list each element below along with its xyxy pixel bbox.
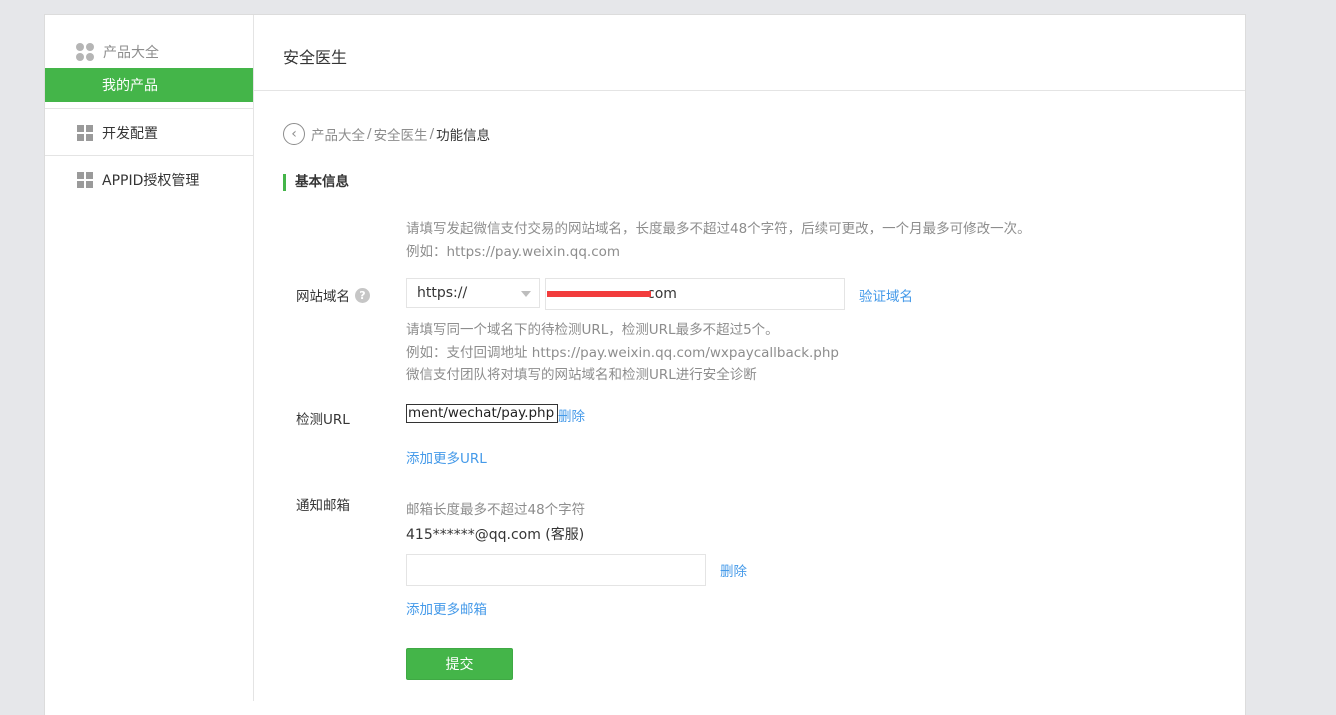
sidebar-group-label: 产品大全 <box>103 45 159 61</box>
domain-label: 网站域名 ? <box>296 285 370 305</box>
sidebar-item-dev-config[interactable]: 开发配置 <box>77 123 158 143</box>
detect-url-input[interactable]: ment/wechat/pay.php <box>406 404 558 423</box>
url-hint-3: 微信支付团队将对填写的网站域名和检测URL进行安全诊断 <box>406 367 757 383</box>
section-title: 基本信息 <box>283 174 349 191</box>
breadcrumb-separator: / <box>429 126 435 142</box>
clover-icon <box>76 43 94 61</box>
protocol-select[interactable]: https:// <box>406 278 540 308</box>
sidebar-item-label: 我的产品 <box>102 78 158 94</box>
existing-email: 415******@qq.com (客服) <box>406 527 585 543</box>
sidebar-item-label: 开发配置 <box>102 126 158 142</box>
breadcrumb: ‹ 产品大全 / 安全医生 / 功能信息 <box>283 121 490 147</box>
page-title: 安全医生 <box>283 48 348 67</box>
submit-button[interactable]: 提交 <box>406 648 513 680</box>
chevron-down-icon <box>521 291 531 297</box>
breadcrumb-item-products[interactable]: 产品大全 <box>311 124 365 144</box>
breadcrumb-separator: / <box>367 126 372 142</box>
email-field[interactable] <box>406 554 706 586</box>
email-hint: 邮箱长度最多不超过48个字符 <box>406 502 586 518</box>
verify-domain-link[interactable]: 验证域名 <box>859 285 913 305</box>
sidebar: 产品大全 我的产品 开发配置 APPID授权管理 <box>45 15 254 701</box>
redaction-mark <box>547 291 651 297</box>
notify-email-label: 通知邮箱 <box>296 494 350 514</box>
detect-url-label-text: 检测URL <box>296 412 350 428</box>
detect-url-label: 检测URL <box>296 408 350 428</box>
url-hint-2: 例如：支付回调地址 https://pay.weixin.qq.com/wxpa… <box>406 345 840 361</box>
sidebar-item-appid-auth[interactable]: APPID授权管理 <box>77 170 199 190</box>
sidebar-divider <box>45 108 253 109</box>
sidebar-divider <box>45 155 253 156</box>
notify-email-label-text: 通知邮箱 <box>296 498 350 514</box>
back-arrow-icon[interactable]: ‹ <box>283 123 305 145</box>
help-icon[interactable]: ? <box>355 287 370 303</box>
add-more-email-link[interactable]: 添加更多邮箱 <box>406 598 487 618</box>
url-hint-1: 请填写同一个域名下的待检测URL，检测URL最多不超过5个。 <box>406 322 779 338</box>
domain-input-value: com <box>647 286 677 302</box>
delete-email-link[interactable]: 删除 <box>720 560 747 580</box>
domain-hint-2: 例如：https://pay.weixin.qq.com <box>406 244 621 260</box>
app-frame: 产品大全 我的产品 开发配置 APPID授权管理 安全医生 ‹ 产品大全 / 安… <box>44 14 1246 715</box>
domain-hint-1: 请填写发起微信支付交易的网站域名，长度最多不超过48个字符，后续可更改，一个月最… <box>406 221 1031 237</box>
domain-label-text: 网站域名 <box>296 289 350 305</box>
delete-url-link[interactable]: 删除 <box>558 405 585 425</box>
breadcrumb-current: 功能信息 <box>436 128 491 144</box>
grid-icon <box>77 125 93 141</box>
add-more-url-link[interactable]: 添加更多URL <box>406 447 487 467</box>
sidebar-group-products[interactable]: 产品大全 <box>76 42 159 62</box>
header-divider <box>254 90 1245 91</box>
grid-icon <box>77 172 93 188</box>
protocol-select-value: https:// <box>417 285 468 301</box>
breadcrumb-item-security-doctor[interactable]: 安全医生 <box>374 124 428 144</box>
sidebar-item-label: APPID授权管理 <box>102 173 200 189</box>
sidebar-item-my-products[interactable]: 我的产品 <box>45 68 253 102</box>
